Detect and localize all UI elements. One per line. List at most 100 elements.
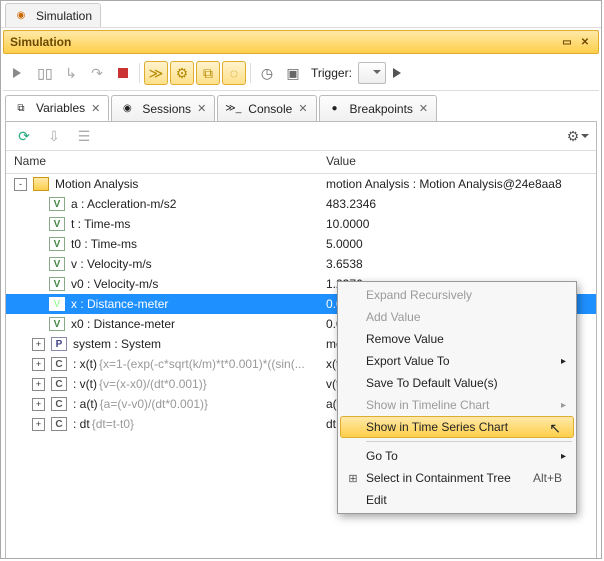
menu-item-label: Remove Value [366, 332, 444, 346]
row-value[interactable]: 483.2346 [318, 197, 594, 211]
val-icon: V [49, 297, 65, 311]
menu-item-label: Save To Default Value(s) [366, 376, 498, 390]
menu-item-label: Show in Timeline Chart [366, 398, 489, 412]
row-name: : v(t) [73, 377, 97, 391]
step-over-button[interactable]: ↷ [85, 61, 109, 85]
resume-button[interactable] [7, 61, 31, 85]
menu-item[interactable]: Export Value To▸ [340, 350, 574, 372]
row-name: v0 : Velocity-m/s [71, 277, 158, 291]
tab-close-button[interactable]: ✕ [197, 102, 206, 115]
tree-row[interactable]: Vt0 : Time-ms5.0000 [6, 234, 596, 254]
toolbar-separator [250, 63, 251, 83]
menu-item-label: Select in Containment Tree [366, 471, 511, 485]
row-name: t : Time-ms [71, 217, 130, 231]
variables-icon: ⧉ [14, 102, 28, 114]
tree-row[interactable]: Va : Accleration-m/s2483.2346 [6, 194, 596, 214]
expand-toggle[interactable]: + [32, 338, 45, 351]
menu-item[interactable]: Edit [340, 489, 574, 511]
row-name: : a(t) [73, 397, 98, 411]
gear-toggle[interactable]: ⚙ [170, 61, 194, 85]
step-into-button[interactable]: ↳ [59, 61, 83, 85]
tab-sessions[interactable]: ◉Sessions✕ [111, 95, 215, 121]
refresh-button[interactable]: ⟳ [12, 124, 36, 148]
menu-item-label: Expand Recursively [366, 288, 472, 302]
tab-label: Console [248, 102, 292, 116]
tab-console[interactable]: ≫_ Console ✕ [217, 95, 316, 121]
window-button[interactable]: ▣ [281, 61, 305, 85]
expand-spacer [32, 299, 43, 310]
fire-trigger-button[interactable] [388, 61, 412, 85]
tab-label: Breakpoints [350, 102, 413, 116]
editor-file-tab[interactable]: ◉ Simulation [5, 3, 101, 27]
export-button[interactable]: ⇩ [42, 124, 66, 148]
row-value[interactable]: 3.6538 [318, 257, 594, 271]
expand-spacer [32, 239, 43, 250]
tree-view-button[interactable]: ☰ [72, 124, 96, 148]
constr-icon: C [51, 357, 67, 371]
tab-close-button[interactable]: ✕ [91, 102, 100, 115]
row-value[interactable]: 10.0000 [318, 217, 594, 231]
menu-item-label: Add Value [366, 310, 421, 324]
row-detail: {dt=t-t0} [92, 417, 134, 431]
expand-toggle[interactable]: + [32, 378, 45, 391]
console-icon: ≫_ [226, 103, 240, 115]
expand-spacer [32, 319, 43, 330]
menu-shortcut: Alt+B [533, 471, 562, 485]
menu-item[interactable]: Save To Default Value(s) [340, 372, 574, 394]
tree-row[interactable]: Vv : Velocity-m/s3.6538 [6, 254, 596, 274]
row-value[interactable]: 5.0000 [318, 237, 594, 251]
column-header-value[interactable]: Value [318, 151, 596, 173]
flow-toggle[interactable]: ◌ [222, 61, 246, 85]
val-icon: V [49, 277, 65, 291]
row-name: x0 : Distance-meter [71, 317, 175, 331]
expand-toggle[interactable]: + [32, 358, 45, 371]
trigger-dropdown[interactable] [358, 62, 386, 84]
options-button[interactable] [566, 124, 590, 148]
simulation-toolbar: ▯▯ ↳ ↷ ≫ ⚙ ⧉ ◌ ◷ ▣ Trigger: [3, 56, 599, 91]
tab-close-button[interactable]: ✕ [419, 102, 428, 115]
expand-toggle[interactable]: - [14, 178, 27, 191]
row-name: x : Distance-meter [71, 297, 168, 311]
minimize-button[interactable]: ▭ [560, 35, 574, 49]
row-name: v : Velocity-m/s [71, 257, 152, 271]
animation-toggle[interactable]: ≫ [144, 61, 168, 85]
row-detail: {x=1-(exp(-c*sqrt(k/m)*t*0.001)*((sin(..… [99, 357, 305, 371]
submenu-arrow-icon: ▸ [561, 451, 566, 462]
cursor-icon: ↖ [549, 420, 561, 437]
val-icon: V [49, 317, 65, 331]
structure-toggle[interactable]: ⧉ [196, 61, 220, 85]
menu-item[interactable]: Remove Value [340, 328, 574, 350]
clock-button[interactable]: ◷ [255, 61, 279, 85]
close-button[interactable]: ✕ [578, 35, 592, 49]
constr-icon: C [51, 397, 67, 411]
menu-item[interactable]: Go To▸ [340, 445, 574, 467]
menu-item[interactable]: ⊞Select in Containment TreeAlt+B [340, 467, 574, 489]
menu-separator [366, 441, 572, 442]
val-icon: V [49, 197, 65, 211]
row-detail: {a=(v-v0)/(dt*0.001)} [100, 397, 208, 411]
tab-variables[interactable]: ⧉Variables✕ [5, 95, 109, 121]
expand-spacer [32, 259, 43, 270]
trigger-label: Trigger: [311, 66, 352, 80]
tree-row[interactable]: -Motion Analysismotion Analysis : Motion… [6, 174, 596, 194]
simulation-icon: ◉ [14, 10, 28, 22]
constr-icon: C [51, 417, 67, 431]
tree-row[interactable]: Vt : Time-ms10.0000 [6, 214, 596, 234]
tab-close-button[interactable]: ✕ [298, 102, 307, 115]
tab-breakpoints[interactable]: ●Breakpoints✕ [319, 95, 438, 121]
port-icon: P [51, 337, 67, 351]
terminate-button[interactable] [111, 61, 135, 85]
column-header-name[interactable]: Name [6, 151, 318, 173]
row-value[interactable]: motion Analysis : Motion Analysis@24e8aa… [318, 177, 594, 191]
panel-title: Simulation [10, 35, 71, 49]
expand-toggle[interactable]: + [32, 398, 45, 411]
expand-toggle[interactable]: + [32, 418, 45, 431]
pause-button[interactable]: ▯▯ [33, 61, 57, 85]
inst-icon [33, 177, 49, 191]
constr-icon: C [51, 377, 67, 391]
submenu-arrow-icon: ▸ [561, 400, 566, 411]
panel-titlebar: Simulation ▭ ✕ [3, 30, 599, 54]
context-menu: Expand Recursively Add Value Remove Value E… [337, 281, 577, 514]
menu-item[interactable]: Show in Time Series Chart↖ [340, 416, 574, 438]
menu-item: Add Value [340, 306, 574, 328]
